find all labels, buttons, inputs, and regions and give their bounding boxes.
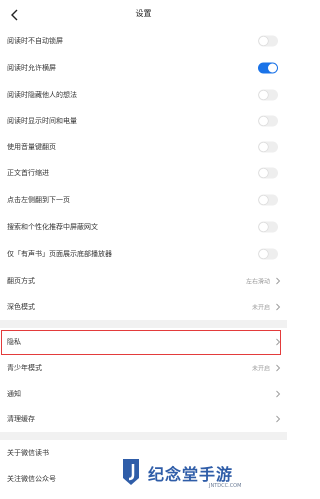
toggle-knob <box>268 63 277 73</box>
setting-row-notifications[interactable]: 通知 <box>0 381 287 407</box>
toggle-knob <box>259 116 268 126</box>
toggle-knob <box>259 222 268 232</box>
setting-label: 关于微信读书 <box>7 449 49 457</box>
setting-label: 清理缓存 <box>7 415 35 423</box>
setting-row-volume-page[interactable]: 使用音量键翻页 <box>0 134 287 160</box>
setting-row-page-turn-mode[interactable]: 翻页方式 左右滑动 <box>0 268 287 294</box>
setting-row-teen-mode[interactable]: 青少年模式 未开启 <box>0 355 287 381</box>
toggle-switch[interactable] <box>258 89 278 101</box>
setting-label: 关注微信公众号 <box>7 475 56 483</box>
setting-label: 仅「有声书」页面展示底部播放器 <box>7 250 112 258</box>
setting-row-show-time-battery[interactable]: 阅读时显示时间和电量 <box>0 108 287 134</box>
setting-label: 阅读时不自动锁屏 <box>7 37 63 45</box>
page-title: 设置 <box>135 9 152 18</box>
section-divider <box>0 320 287 328</box>
toggle-knob <box>259 142 268 152</box>
toggle-switch[interactable] <box>258 221 278 233</box>
setting-label: 点击左侧翻到下一页 <box>7 196 70 204</box>
setting-label: 阅读时隐藏他人的想法 <box>7 91 77 99</box>
setting-row-dark-mode[interactable]: 深色模式 未开启 <box>0 294 287 320</box>
watermark-logo-icon <box>123 459 139 485</box>
setting-label: 正文首行缩进 <box>7 169 49 177</box>
setting-row-block-web-novels[interactable]: 搜索和个性化推荐中屏蔽网文 <box>0 214 287 240</box>
toggle-switch[interactable] <box>258 141 278 153</box>
chevron-right-icon <box>276 364 281 372</box>
setting-row-no-autolock[interactable]: 阅读时不自动锁屏 <box>0 28 287 54</box>
watermark-text: 纪念堂手游 <box>148 465 234 484</box>
setting-row-left-tap-next[interactable]: 点击左侧翻到下一页 <box>0 187 287 213</box>
privacy-highlight-box <box>1 330 281 355</box>
watermark: 纪念堂手游 JNTDCC.COM <box>115 455 287 499</box>
setting-label: 通知 <box>7 390 21 398</box>
toggle-switch[interactable] <box>258 248 278 260</box>
chevron-right-icon <box>276 390 281 398</box>
section-divider <box>0 432 287 440</box>
setting-row-audiobook-player[interactable]: 仅「有声书」页面展示底部播放器 <box>0 241 287 267</box>
chevron-right-icon <box>276 277 281 285</box>
toggle-switch[interactable] <box>258 35 278 47</box>
chevron-right-icon <box>276 303 281 311</box>
toggle-knob <box>259 195 268 205</box>
header: 设置 <box>0 0 287 30</box>
setting-label: 使用音量键翻页 <box>7 143 56 151</box>
setting-label: 阅读时显示时间和电量 <box>7 117 77 125</box>
setting-row-clear-cache[interactable]: 清理缓存 <box>0 406 287 432</box>
setting-row-first-line-indent[interactable]: 正文首行缩进 <box>0 160 287 186</box>
toggle-switch[interactable] <box>258 115 278 127</box>
setting-value: 未开启 <box>251 365 270 373</box>
toggle-switch[interactable] <box>258 194 278 206</box>
setting-label: 青少年模式 <box>7 364 42 372</box>
setting-label: 翻页方式 <box>7 277 35 285</box>
setting-label: 阅读时允许横屏 <box>7 64 56 72</box>
toggle-knob <box>259 168 268 178</box>
toggle-knob <box>259 90 268 100</box>
toggle-switch[interactable] <box>258 167 278 179</box>
setting-value: 未开启 <box>251 304 270 312</box>
toggle-knob <box>259 249 268 259</box>
setting-value: 左右滑动 <box>245 278 270 286</box>
setting-label: 深色模式 <box>7 303 35 311</box>
toggle-knob <box>259 36 268 46</box>
setting-row-allow-landscape[interactable]: 阅读时允许横屏 <box>0 55 287 81</box>
chevron-right-icon <box>276 415 281 423</box>
setting-label: 搜索和个性化推荐中屏蔽网文 <box>7 223 98 231</box>
toggle-switch[interactable] <box>258 62 278 74</box>
setting-row-hide-thoughts[interactable]: 阅读时隐藏他人的想法 <box>0 82 287 108</box>
watermark-subtext: JNTDCC.COM <box>209 483 242 489</box>
